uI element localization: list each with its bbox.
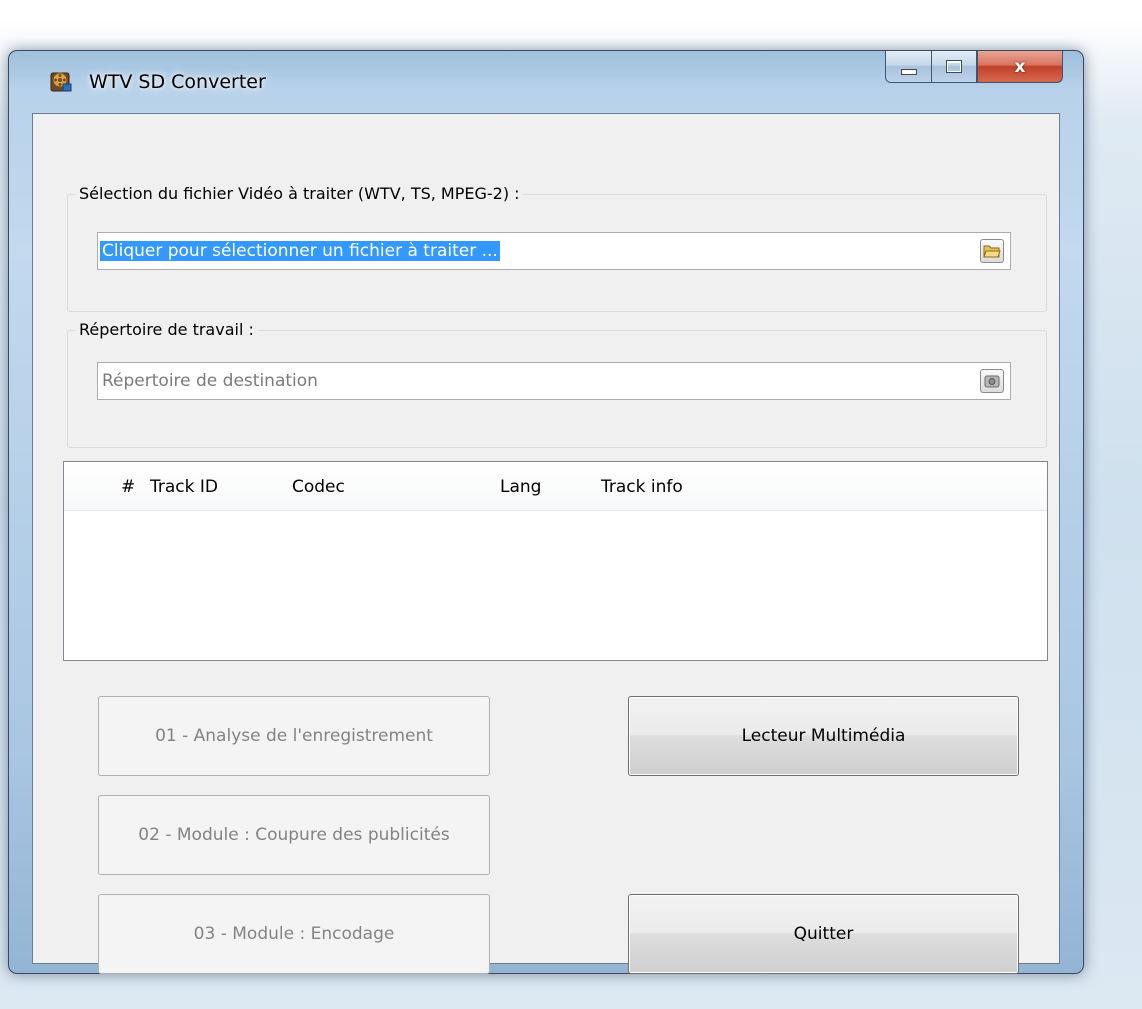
column-header-track-id[interactable]: Track ID: [150, 477, 218, 497]
maximize-icon: [946, 60, 962, 73]
caption-buttons: x: [885, 51, 1063, 83]
column-header-lang[interactable]: Lang: [500, 477, 541, 497]
title-bar[interactable]: WTV SD Converter x: [9, 51, 1083, 111]
minimize-icon: [900, 68, 917, 75]
workdir-label: Répertoire de travail :: [76, 320, 257, 339]
workdir-placeholder: Répertoire de destination: [102, 371, 318, 391]
analyse-button[interactable]: 01 - Analyse de l'enregistrement: [98, 696, 490, 776]
tracks-list[interactable]: # Track ID Codec Lang Track info: [63, 461, 1048, 661]
open-folder-icon: [983, 245, 1001, 258]
window-title: WTV SD Converter: [89, 71, 266, 93]
tracks-list-header: # Track ID Codec Lang Track info: [64, 462, 1047, 511]
minimize-button[interactable]: [885, 51, 931, 83]
close-button[interactable]: x: [977, 51, 1063, 83]
media-player-button[interactable]: Lecteur Multimédia: [628, 696, 1019, 776]
close-icon: x: [1014, 56, 1026, 77]
maximize-button[interactable]: [931, 51, 977, 83]
browse-file-button[interactable]: [980, 239, 1004, 263]
workdir-field[interactable]: Répertoire de destination: [97, 362, 1011, 400]
film-reel-icon[interactable]: [49, 69, 73, 93]
cut-ads-button[interactable]: 02 - Module : Coupure des publicités: [98, 795, 490, 875]
quit-button[interactable]: Quitter: [628, 894, 1019, 974]
browse-folder-button[interactable]: [980, 369, 1004, 393]
app-window: WTV SD Converter x Sélection du fichier …: [8, 50, 1084, 974]
source-file-value: Cliquer pour sélectionner un fichier à t…: [100, 241, 500, 261]
encode-button[interactable]: 03 - Module : Encodage: [98, 894, 490, 974]
source-file-label: Sélection du fichier Vidéo à traiter (WT…: [76, 184, 523, 203]
source-file-field[interactable]: Cliquer pour sélectionner un fichier à t…: [97, 232, 1011, 270]
disk-icon: [984, 375, 1000, 388]
client-area: Sélection du fichier Vidéo à traiter (WT…: [32, 113, 1060, 974]
column-header-track-info[interactable]: Track info: [601, 477, 683, 497]
column-header-codec[interactable]: Codec: [292, 477, 345, 497]
column-header-number[interactable]: #: [121, 477, 135, 497]
